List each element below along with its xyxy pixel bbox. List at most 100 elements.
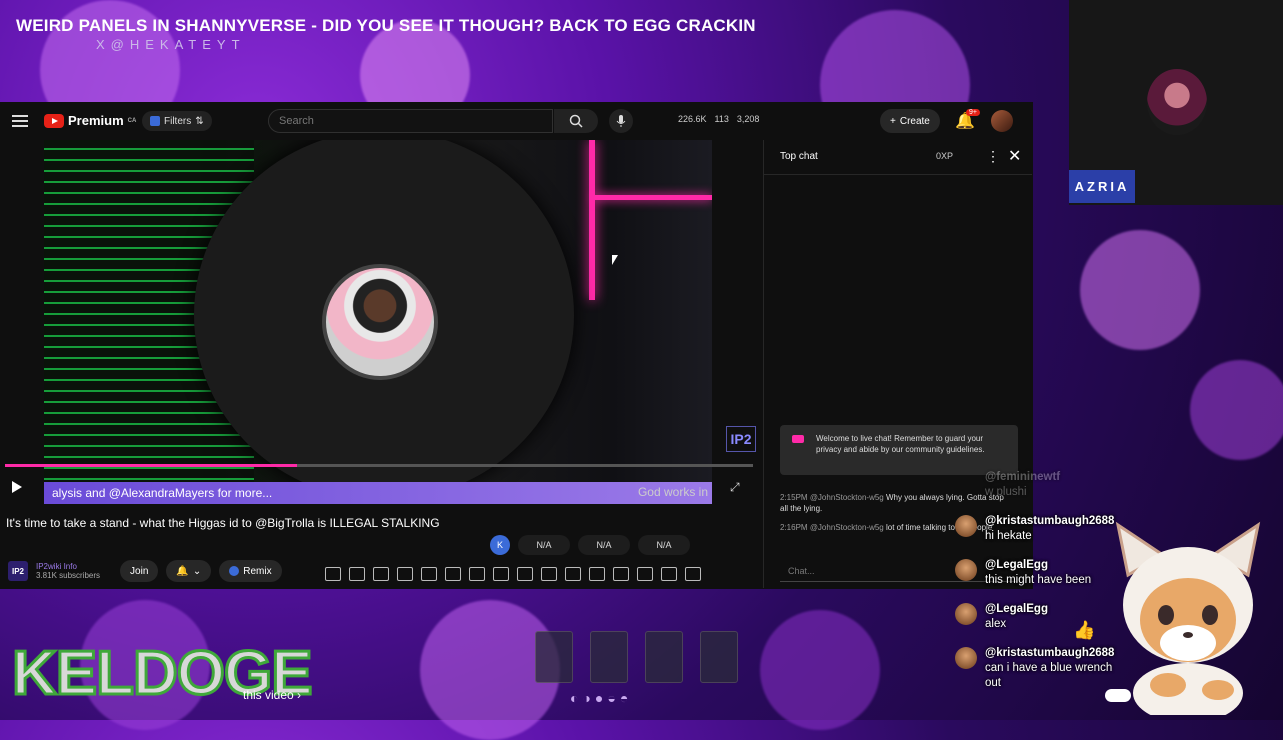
overlay-text: hi hekate: [985, 530, 1032, 542]
streamer-avatar: [1147, 69, 1207, 135]
video-title[interactable]: It's time to take a stand - what the Hig…: [6, 514, 446, 533]
plus-icon: +: [890, 115, 896, 127]
speaker-avatar: [322, 264, 438, 380]
fox-mascot-icon: [1115, 521, 1261, 715]
overlay-user: @femininewtf: [985, 471, 1061, 483]
remix-label: Remix: [243, 565, 272, 577]
screen-icon[interactable]: [469, 567, 485, 581]
broadcast-icon[interactable]: [373, 567, 389, 581]
settings-icon[interactable]: [685, 567, 701, 581]
ip2-watermark: IP2: [726, 426, 756, 452]
youtube-window: Premium CA Filters ⇅ Search 226.6K 113 3…: [0, 102, 1033, 589]
stat-pill: N/A: [638, 535, 690, 555]
channel-stats: 226.6K 113 3,208: [678, 114, 759, 124]
news-ticker: alysis and @AlexandraMayers for more... …: [44, 482, 712, 504]
thumbs-up-icon: 👍: [1073, 620, 1096, 640]
sliders-icon: ⇅: [195, 115, 204, 127]
this-video-link[interactable]: this video ›: [243, 688, 301, 702]
hamburger-menu-icon[interactable]: [12, 112, 28, 128]
stat-pill: N/A: [578, 535, 630, 555]
stats-pills: K N/A N/A N/A: [490, 535, 690, 555]
more-options-icon[interactable]: ⋮: [986, 148, 1000, 165]
stream-title: WEIRD PANELS IN SHANNYVERSE - DID YOU SE…: [16, 16, 756, 35]
neon-light: [594, 195, 712, 200]
k-badge[interactable]: K: [490, 535, 510, 555]
channel-name[interactable]: IP2wiki Info: [36, 562, 100, 571]
stat-watching: 113: [714, 114, 729, 124]
video-progress-bar[interactable]: [5, 464, 753, 467]
tarot-card: [645, 631, 683, 683]
message-time: 2:16PM: [780, 523, 808, 532]
tarot-card: [700, 631, 738, 683]
join-label: Join: [130, 565, 149, 577]
logo-label: Premium: [68, 113, 124, 128]
stop-icon[interactable]: [349, 567, 365, 581]
stat-views: 226.6K: [678, 114, 707, 124]
search-input[interactable]: Search: [268, 109, 553, 133]
youtube-topbar: Premium CA Filters ⇅ Search 226.6K 113 3…: [0, 102, 1033, 140]
youtube-logo[interactable]: Premium CA: [44, 113, 136, 128]
neon-light: [589, 140, 595, 300]
video-player[interactable]: [44, 140, 712, 485]
overlay-user: @kristastumbaugh2688: [985, 515, 1115, 527]
effects-icon[interactable]: [541, 567, 557, 581]
notification-badge: 9+: [966, 109, 980, 116]
record-icon[interactable]: [493, 567, 509, 581]
remix-button[interactable]: Remix: [219, 560, 282, 582]
pip-icon[interactable]: [397, 567, 413, 581]
youtube-play-icon: [44, 113, 64, 128]
image-icon[interactable]: [445, 567, 461, 581]
chat-input[interactable]: Chat...: [780, 560, 1018, 582]
caption-icon[interactable]: [565, 567, 581, 581]
close-icon[interactable]: ✕: [1008, 146, 1021, 166]
overlay-text: alex: [985, 618, 1007, 630]
camera-icon[interactable]: [637, 567, 653, 581]
ticker-right-text: God works in: [637, 485, 708, 499]
overlay-chat-faded: @femininewtf w plushi: [985, 470, 1060, 500]
message-author[interactable]: @JohnStockton-w5g: [810, 523, 884, 532]
split-icon[interactable]: [589, 567, 605, 581]
youtube-icon: [792, 435, 804, 443]
create-button[interactable]: + Create: [880, 109, 940, 133]
account-avatar[interactable]: [991, 110, 1013, 132]
fullscreen-icon[interactable]: ⤢: [730, 480, 740, 495]
voice-search-button[interactable]: [609, 109, 633, 133]
chatter-avatar: [955, 603, 977, 625]
join-button[interactable]: Join: [120, 560, 159, 582]
message-time: 2:15PM: [780, 493, 808, 502]
toggle-switch[interactable]: [1105, 689, 1131, 702]
xp-badge: 0XP: [936, 151, 954, 161]
filters-button[interactable]: Filters ⇅: [142, 111, 212, 131]
extension-toolbar: [325, 567, 701, 581]
bokeh-light: [1190, 360, 1283, 460]
tarot-card: [590, 631, 628, 683]
streamer-name-tag: AZRIA: [1069, 170, 1135, 203]
search-icon: [569, 114, 583, 128]
overlay-chat-message: @LegalEgg this might have been: [985, 558, 1091, 588]
chevron-right-icon: ›: [297, 688, 302, 702]
overlay-chat-message: @kristastumbaugh2688 can i have a blue w…: [985, 646, 1120, 691]
chat-welcome-message: Welcome to live chat! Remember to guard …: [780, 425, 1018, 475]
filters-label: Filters: [164, 115, 192, 127]
flask-icon[interactable]: [661, 567, 677, 581]
chatter-avatar: [955, 515, 977, 537]
remix-icon: [229, 566, 240, 576]
this-video-label: this video: [243, 688, 294, 702]
top-chat-dropdown[interactable]: Top chat: [780, 151, 818, 162]
layout-icon[interactable]: [613, 567, 629, 581]
speed-icon[interactable]: [517, 567, 533, 581]
search-button[interactable]: [554, 109, 598, 133]
tarot-card: [535, 631, 573, 683]
subscribe-bell-button[interactable]: 🔔 ⌄: [166, 560, 212, 582]
welcome-text: Welcome to live chat! Remember to guard …: [816, 434, 985, 454]
calendar-icon[interactable]: [421, 567, 437, 581]
channel-meta: IP2wiki Info 3.81K subscribers: [36, 562, 100, 580]
filter-icon: [150, 116, 160, 126]
subscriber-count: 3.81K subscribers: [36, 571, 101, 580]
loop-icon[interactable]: [325, 567, 341, 581]
message-author[interactable]: @JohnStockton-w5g: [810, 493, 884, 502]
play-icon[interactable]: [12, 481, 22, 493]
stat-likes: 3,208: [736, 114, 760, 124]
tarot-cards: [535, 631, 738, 683]
channel-logo[interactable]: IP2: [8, 561, 28, 581]
